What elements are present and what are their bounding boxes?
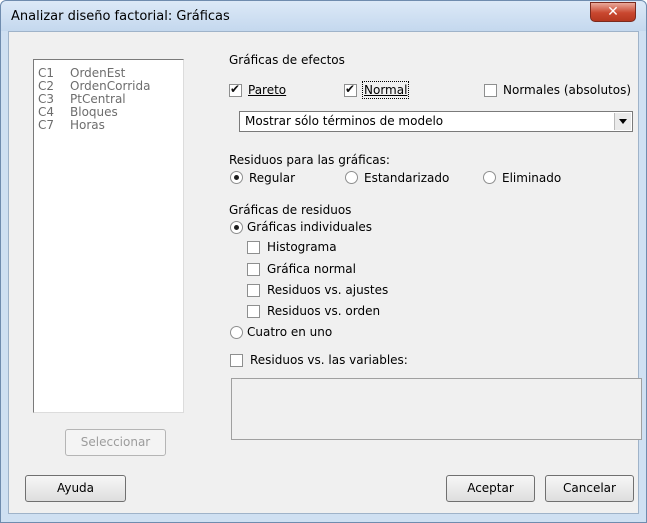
- effects-heading: Gráficas de efectos: [229, 53, 345, 67]
- title-bar[interactable]: Analizar diseño factorial: Gráficas ✕: [1, 1, 646, 31]
- normal-label: Normal: [361, 81, 410, 99]
- help-button[interactable]: Ayuda: [25, 475, 126, 502]
- close-button[interactable]: ✕: [590, 2, 636, 22]
- histogram-checkbox[interactable]: [247, 241, 260, 254]
- pareto-label: Pareto: [248, 83, 287, 97]
- residuals-vs-variables-label: Residuos vs. las variables:: [250, 353, 408, 367]
- window-title: Analizar diseño factorial: Gráficas: [11, 9, 230, 24]
- residuals-for-plots-heading: Residuos para las gráficas:: [229, 153, 390, 167]
- individual-plots-label: Gráficas individuales: [247, 220, 373, 234]
- dialog-body: C1 OrdenEst C2 OrdenCorrida C3 PtCentral C4…: [8, 31, 642, 514]
- select-button[interactable]: Seleccionar: [65, 429, 166, 456]
- variable-item[interactable]: C4 Bloques: [38, 105, 118, 119]
- residual-plots-heading: Gráficas de residuos: [229, 203, 352, 217]
- four-in-one-radio[interactable]: [230, 326, 243, 339]
- residuals-vs-order-label: Residuos vs. orden: [267, 304, 381, 318]
- variable-list[interactable]: C1 OrdenEst C2 OrdenCorrida C3 PtCentral C4…: [33, 59, 184, 413]
- variable-item[interactable]: C7 Horas: [38, 118, 105, 132]
- histogram-label: Histograma: [267, 240, 337, 254]
- residuals-vs-order-checkbox[interactable]: [247, 305, 260, 318]
- residual-standardized-label: Estandarizado: [364, 171, 450, 185]
- normal-checkbox[interactable]: [344, 82, 357, 97]
- terms-dropdown[interactable]: Mostrar sólo términos de modelo: [239, 111, 633, 132]
- residual-standardized-radio[interactable]: [345, 171, 358, 184]
- normal-plot-checkbox[interactable]: [247, 263, 260, 276]
- ok-button[interactable]: Aceptar: [446, 475, 535, 502]
- residual-deleted-radio[interactable]: [483, 171, 496, 184]
- residuals-vs-fits-checkbox[interactable]: [247, 284, 260, 297]
- residuals-vs-fits-label: Residuos vs. ajustes: [267, 283, 389, 297]
- residuals-vs-variables-checkbox[interactable]: [230, 354, 243, 367]
- cancel-button[interactable]: Cancelar: [545, 475, 634, 502]
- half-normal-label: Normales (absolutos): [503, 83, 632, 97]
- variable-item[interactable]: C2 OrdenCorrida: [38, 79, 150, 93]
- terms-dropdown-value: Mostrar sólo términos de modelo: [245, 114, 444, 128]
- pareto-checkbox[interactable]: [229, 82, 242, 97]
- residual-deleted-label: Eliminado: [502, 171, 562, 185]
- half-normal-checkbox[interactable]: [484, 84, 497, 97]
- variable-item[interactable]: C3 PtCentral: [38, 92, 126, 106]
- dialog-window: Analizar diseño factorial: Gráficas ✕ C1…: [0, 0, 647, 523]
- normal-plot-label: Gráfica normal: [267, 262, 356, 276]
- variables-input[interactable]: [231, 378, 642, 440]
- variable-item[interactable]: C1 OrdenEst: [38, 66, 125, 80]
- residual-regular-radio[interactable]: [230, 171, 243, 184]
- individual-plots-radio[interactable]: [230, 221, 243, 234]
- chevron-down-icon[interactable]: [614, 113, 631, 130]
- four-in-one-label: Cuatro en uno: [247, 325, 333, 339]
- close-icon: ✕: [607, 4, 619, 20]
- residual-regular-label: Regular: [249, 171, 296, 185]
